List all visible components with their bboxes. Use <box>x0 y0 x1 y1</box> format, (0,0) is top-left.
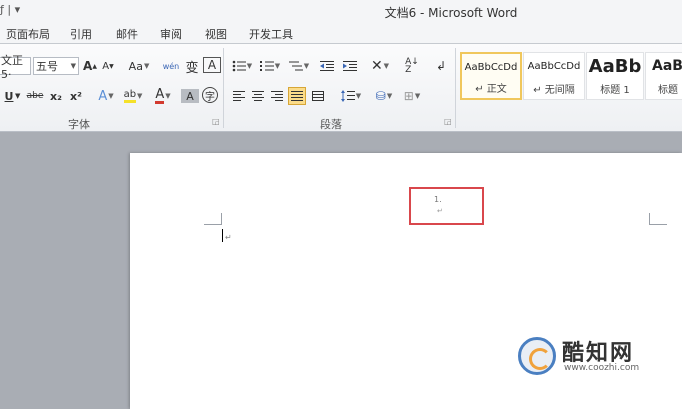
strikethrough-button[interactable]: abe <box>25 87 45 105</box>
chevron-down-icon[interactable]: ▼ <box>15 87 20 105</box>
window-title: 文档6 - Microsoft Word <box>384 6 518 20</box>
chinese-layout-icon: ✕ <box>370 58 383 74</box>
font-group-label: 字体 <box>68 118 90 131</box>
align-center-button[interactable] <box>249 87 267 105</box>
title-bar: ƒ | ▾ 文档6 - Microsoft Word <box>0 0 682 22</box>
tab-mailings[interactable]: 邮件 <box>116 26 138 42</box>
tab-references[interactable]: 引用 <box>70 26 92 42</box>
margin-corner-mark <box>204 224 222 225</box>
align-left-button[interactable] <box>230 87 248 105</box>
multilevel-list-icon <box>288 61 303 71</box>
header-page-number[interactable]: 1. <box>434 195 442 204</box>
justify-button[interactable] <box>288 87 306 105</box>
align-left-icon <box>233 90 245 101</box>
style-no-spacing[interactable]: AaBbCcDd ↵ 无间隔 <box>523 52 585 100</box>
ribbon-tabs: 页面布局 引用 邮件 审阅 视图 开发工具 <box>0 22 682 44</box>
tab-review[interactable]: 审阅 <box>160 26 182 42</box>
change-case-button[interactable]: Aa ▼ <box>126 57 152 75</box>
paragraph-mark: ↵ <box>225 233 232 242</box>
font-size-combo[interactable]: 五号 ▼ <box>33 57 79 75</box>
tab-page-layout[interactable]: 页面布局 <box>6 26 50 42</box>
grow-font-button[interactable]: A ▲ <box>81 57 99 75</box>
enclose-circle-button[interactable]: 字 <box>202 87 218 103</box>
enclose-characters-button[interactable]: 变 <box>183 57 201 76</box>
distributed-button[interactable] <box>309 87 327 105</box>
shading-button[interactable]: ⛁ ▼ <box>372 87 396 105</box>
dialog-launcher-icon[interactable]: ◲ <box>444 117 452 126</box>
style-normal[interactable]: AaBbCcDd ↵ 正文 <box>460 52 522 100</box>
distributed-icon <box>312 90 324 101</box>
indent-icon <box>343 61 357 71</box>
header-paragraph-mark: ↵ <box>437 207 443 215</box>
font-color-button[interactable]: A ▼ <box>150 87 176 105</box>
ribbon: 文正5· 五号 ▼ A ▲ A ▼ Aa ▼ wén 变 A U ▼ abe x₂ x… <box>0 44 682 132</box>
justify-icon <box>291 90 303 101</box>
outdent-icon <box>320 61 334 71</box>
paragraph-mark-icon: ↲ <box>435 59 447 73</box>
text-effects-button[interactable]: A ▼ <box>94 87 118 105</box>
subscript-button[interactable]: x₂ <box>47 87 65 105</box>
border-grid-icon: ⊞ <box>403 89 414 103</box>
highlight-color-button[interactable]: ab ▼ <box>120 87 146 105</box>
text-cursor <box>222 229 223 242</box>
tab-developer[interactable]: 开发工具 <box>249 26 293 42</box>
margin-corner-mark <box>221 213 222 225</box>
style-heading-1[interactable]: AaBb 标题 1 <box>586 52 644 100</box>
character-border-button[interactable]: A <box>203 57 221 73</box>
character-shading-button[interactable]: A <box>181 89 199 103</box>
numbered-list-icon <box>259 61 274 71</box>
multilevel-list-button[interactable]: ▼ <box>287 57 311 75</box>
header-highlight-box: 1. ↵ <box>409 187 484 225</box>
show-marks-button[interactable]: ↲ <box>432 57 450 75</box>
increase-indent-button[interactable] <box>341 57 359 75</box>
watermark-url: www.coozhi.com <box>564 363 640 373</box>
sort-icon: A↓ Z <box>405 57 419 75</box>
align-right-button[interactable] <box>268 87 286 105</box>
sort-button[interactable]: A↓ Z <box>403 57 421 75</box>
watermark: 酷知网 www.coozhi.com <box>518 333 678 379</box>
line-spacing-icon <box>340 90 355 102</box>
group-divider <box>455 48 456 128</box>
margin-corner-mark <box>649 213 650 225</box>
phonetic-guide-button[interactable]: wén <box>162 57 180 75</box>
chinese-layout-button[interactable]: ✕ ▼ <box>368 57 392 75</box>
margin-corner-mark <box>649 224 667 225</box>
paint-bucket-icon: ⛁ <box>375 89 386 103</box>
decrease-indent-button[interactable] <box>318 57 336 75</box>
superscript-button[interactable]: x² <box>67 87 85 105</box>
borders-button[interactable]: ⊞ ▼ <box>399 87 425 105</box>
tab-view[interactable]: 视图 <box>205 26 227 42</box>
align-right-icon <box>271 90 283 101</box>
numbering-button[interactable]: ▼ <box>258 57 282 75</box>
bullets-button[interactable]: ▼ <box>230 57 254 75</box>
shrink-font-button[interactable]: A ▼ <box>99 57 117 75</box>
align-center-icon <box>252 90 264 101</box>
bullet-list-icon <box>232 60 246 72</box>
paragraph-group-label: 段落 <box>320 118 342 131</box>
group-divider <box>223 48 224 128</box>
dialog-launcher-icon[interactable]: ◲ <box>212 117 220 126</box>
font-name-combo[interactable]: 文正5· <box>0 54 31 81</box>
chevron-down-icon: ▼ <box>70 62 76 70</box>
style-title[interactable]: AaB 标题 <box>645 52 682 100</box>
coozhi-logo-icon <box>518 337 556 375</box>
line-spacing-button[interactable]: ▼ <box>338 87 364 105</box>
